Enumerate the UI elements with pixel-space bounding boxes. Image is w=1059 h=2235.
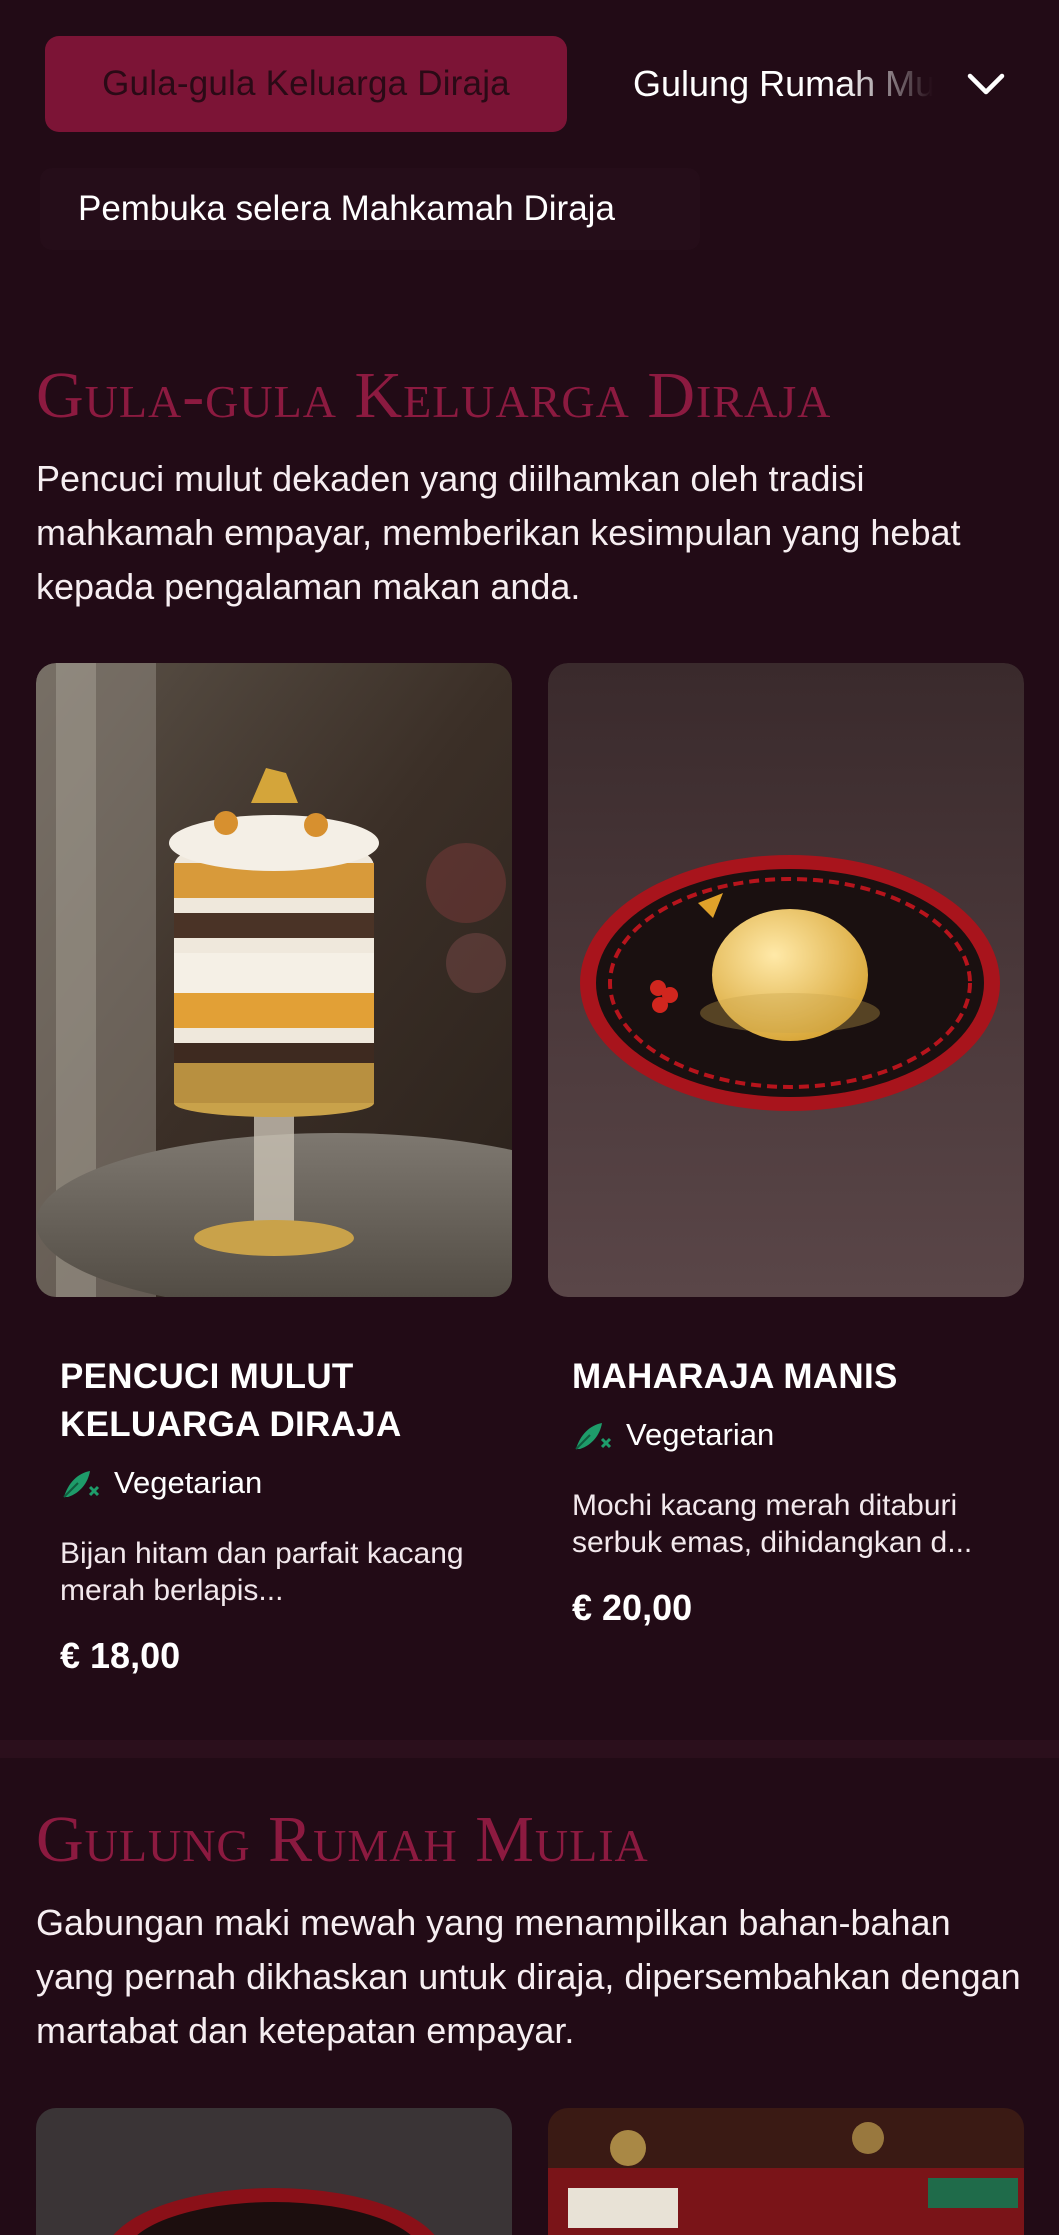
menu-item-body: PENCUCI MULUT KELUARGA DIRAJA Vegetarian…	[60, 1353, 500, 1677]
section-title: Gula-gula Keluarga Diraja	[36, 359, 832, 432]
banquet-table-image	[548, 2108, 1024, 2235]
menu-item-card[interactable]: MAHARAJA MANIS Vegetarian Mochi kacang m…	[548, 663, 1024, 1693]
section-title: Gulung Rumah Mulia	[36, 1803, 649, 1876]
dessert-parfait-image	[36, 663, 512, 1297]
section-description: Pencuci mulut dekaden yang diilhamkan ol…	[36, 458, 961, 607]
menu-item-card[interactable]	[36, 2108, 512, 2235]
menu-item-description: Mochi kacang merah ditaburi serbuk emas,…	[572, 1489, 973, 1559]
vegetarian-label: Vegetarian	[626, 1417, 775, 1452]
menu-item-price: € 20,00	[572, 1587, 693, 1628]
category-tab-label: Gula-gula Keluarga Diraja	[102, 64, 510, 103]
vegetarian-label: Vegetarian	[114, 1465, 263, 1500]
category-tab-next[interactable]: Gulung Rumah Mulia	[633, 56, 933, 112]
mochi-plate-image	[548, 663, 1024, 1297]
chevron-down-icon[interactable]	[964, 62, 1008, 106]
section-divider	[0, 1740, 1059, 1758]
sushi-plate-image	[36, 2108, 512, 2235]
category-tab-active[interactable]: Gula-gula Keluarga Diraja	[45, 36, 567, 132]
menu-item-card[interactable]: PENCUCI MULUT KELUARGA DIRAJA Vegetarian…	[36, 663, 512, 1693]
category-bar: Gula-gula Keluarga Diraja Gulung Rumah M…	[0, 0, 1059, 165]
vegetarian-tag: Vegetarian	[572, 1415, 1012, 1455]
menu-item-body: MAHARAJA MANIS Vegetarian Mochi kacang m…	[572, 1353, 1012, 1629]
menu-item-description: Bijan hitam dan parfait kacang merah ber…	[60, 1537, 464, 1607]
menu-page: Gula-gula Keluarga Diraja Gulung Rumah M…	[0, 0, 1059, 2235]
vegetarian-leaf-icon	[575, 1423, 612, 1450]
category-tab-sub[interactable]: Pembuka selera Mahkamah Diraja	[40, 168, 700, 250]
section-description: Gabungan maki mewah yang menampilkan bah…	[36, 1902, 1021, 2051]
menu-item-price: € 18,00	[60, 1635, 181, 1676]
vegetarian-leaf-icon	[63, 1471, 100, 1498]
menu-item-name: PENCUCI MULUT KELUARGA DIRAJA	[60, 1357, 402, 1444]
category-tab-sub-label: Pembuka selera Mahkamah Diraja	[78, 189, 615, 228]
menu-item-card[interactable]	[548, 2108, 1024, 2235]
menu-item-name: MAHARAJA MANIS	[572, 1357, 898, 1396]
vegetarian-tag: Vegetarian	[60, 1463, 500, 1503]
